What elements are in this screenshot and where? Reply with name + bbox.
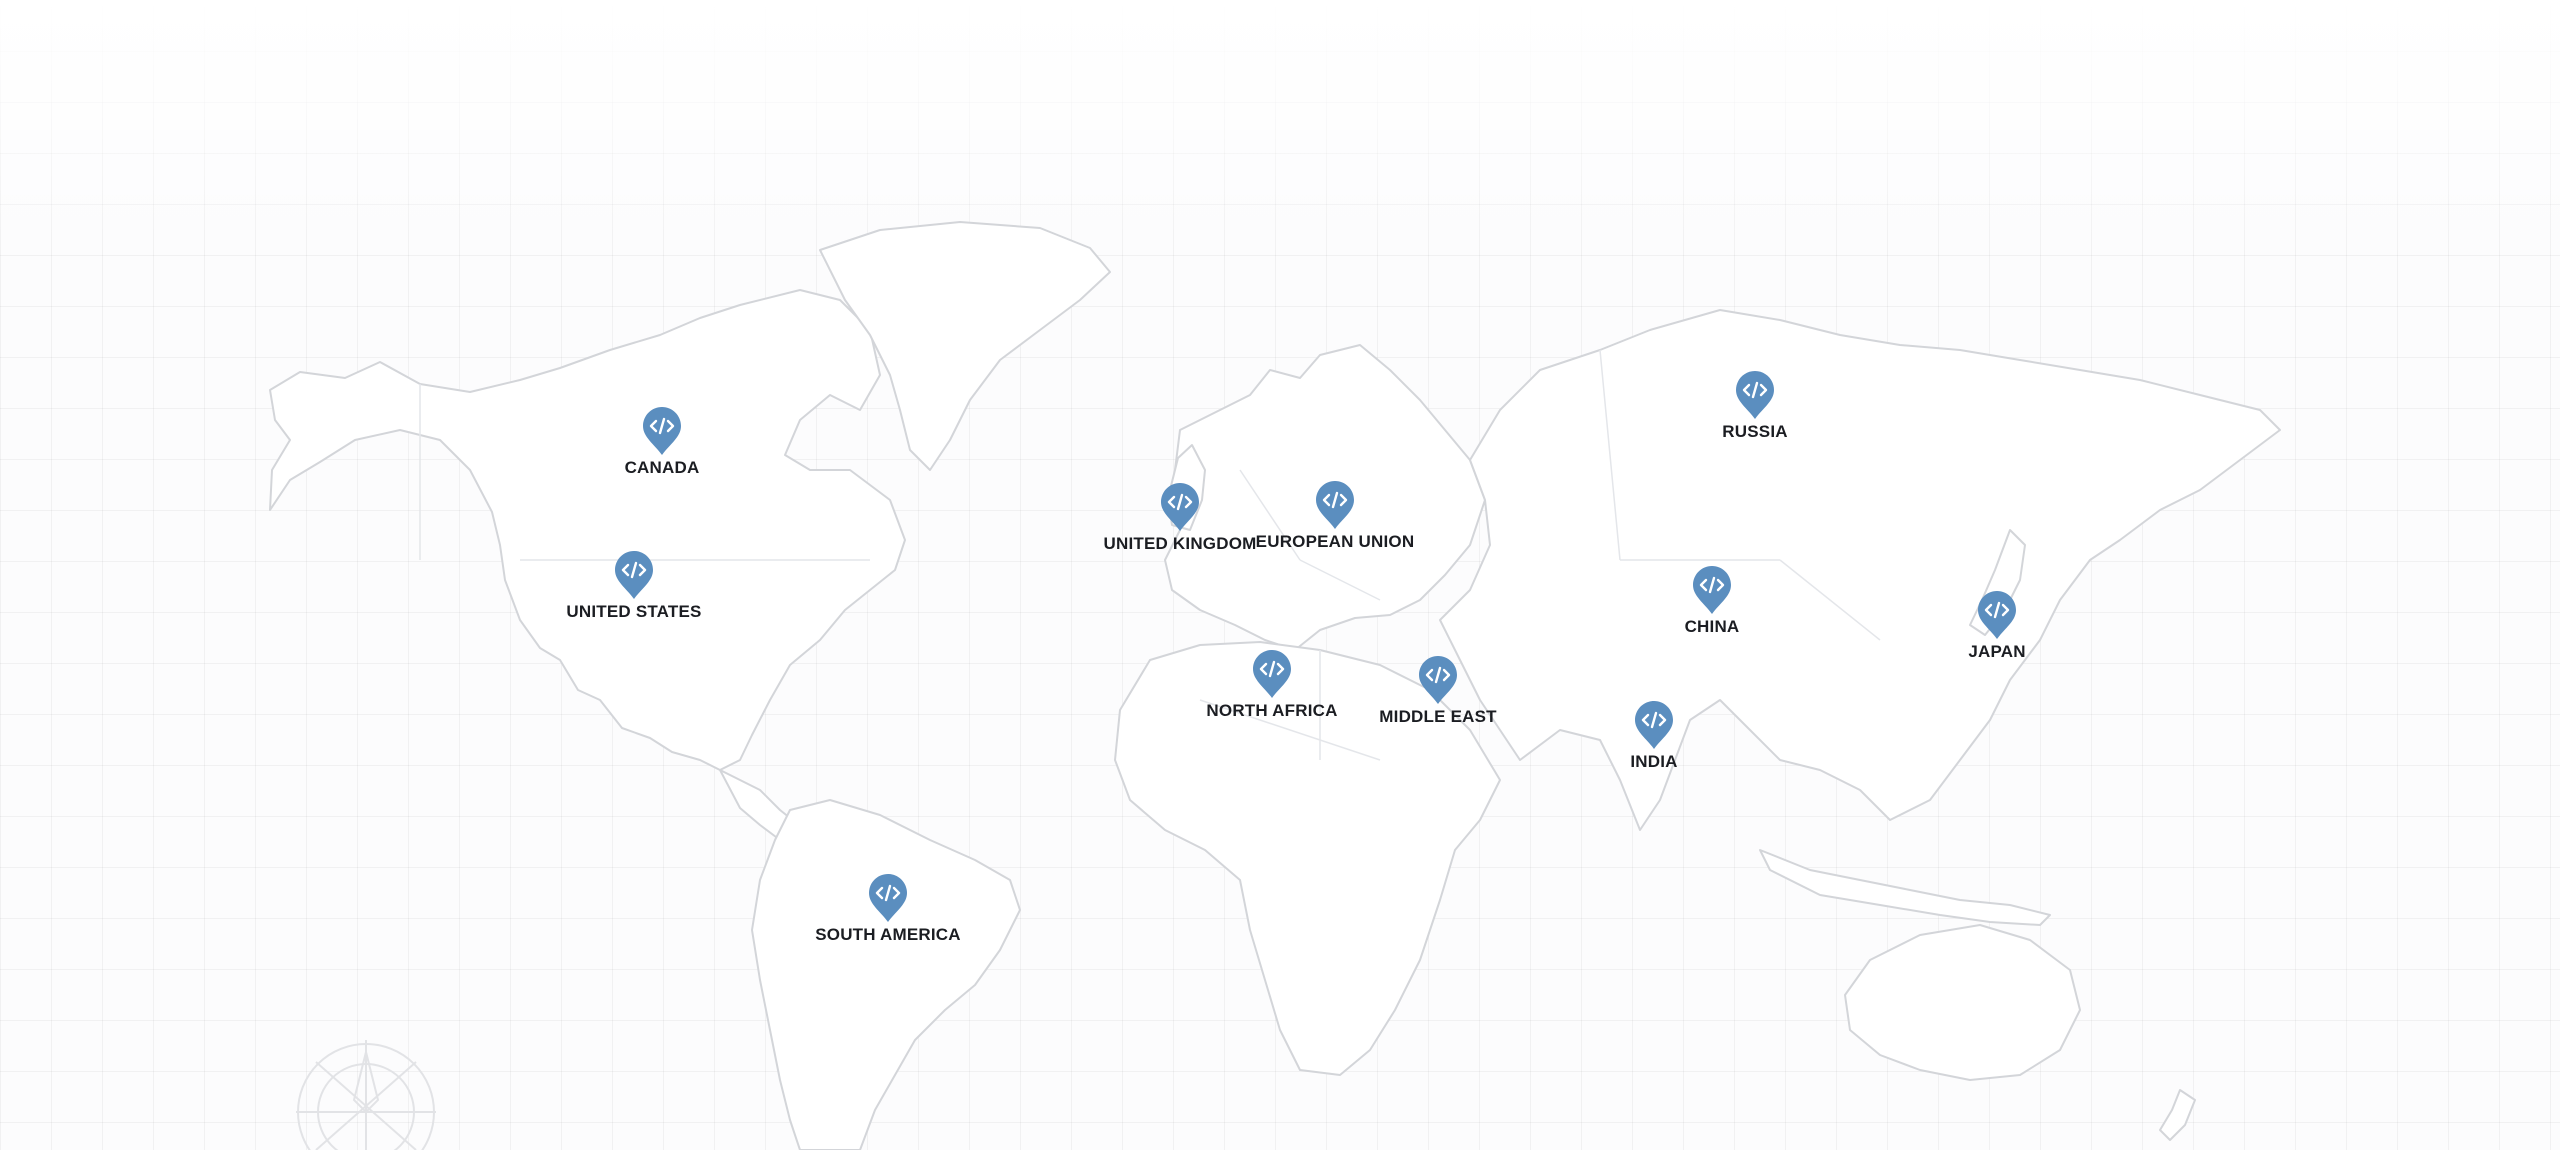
marker-india[interactable]: INDIA — [1564, 700, 1744, 772]
marker-label: CHINA — [1684, 617, 1740, 636]
marker-label: EUROPEAN UNION — [1255, 532, 1415, 551]
marker-middle-east[interactable]: MIDDLE EAST — [1348, 655, 1528, 727]
marker-north-africa[interactable]: NORTH AFRICA — [1182, 649, 1362, 721]
code-icon — [1316, 481, 1354, 529]
compass-rose — [296, 1040, 436, 1150]
code-icon — [1693, 566, 1731, 614]
marker-russia[interactable]: RUSSIA — [1665, 370, 1845, 442]
new-zealand-landmass — [2159, 1089, 2196, 1141]
marker-label: JAPAN — [1968, 642, 2026, 661]
marker-canada[interactable]: CANADA — [572, 406, 752, 478]
marker-label: INDIA — [1630, 752, 1678, 771]
north-america-landmass — [269, 289, 906, 771]
indonesia-landmass — [1759, 849, 2051, 926]
marker-united-kingdom[interactable]: UNITED KINGDOM — [1090, 482, 1270, 554]
code-icon — [1736, 371, 1774, 419]
marker-label: MIDDLE EAST — [1379, 707, 1497, 726]
code-icon — [1253, 650, 1291, 698]
south-america-landmass — [751, 799, 1021, 1150]
code-icon — [1161, 483, 1199, 531]
marker-japan[interactable]: JAPAN — [1907, 590, 2087, 662]
marker-label: SOUTH AMERICA — [815, 925, 961, 944]
marker-label: RUSSIA — [1722, 422, 1788, 441]
marker-label: NORTH AFRICA — [1206, 701, 1338, 720]
marker-label: UNITED KINGDOM — [1103, 534, 1257, 553]
marker-european-union[interactable]: EUROPEAN UNION — [1245, 480, 1425, 552]
australia-landmass — [1844, 924, 2081, 1081]
marker-label: UNITED STATES — [566, 602, 702, 621]
code-icon — [869, 874, 907, 922]
code-icon — [643, 407, 681, 455]
code-icon — [615, 551, 653, 599]
code-icon — [1635, 701, 1673, 749]
marker-china[interactable]: CHINA — [1622, 565, 1802, 637]
marker-united-states[interactable]: UNITED STATES — [544, 550, 724, 622]
marker-south-america[interactable]: SOUTH AMERICA — [798, 873, 978, 945]
world-map — [269, 221, 2281, 1150]
code-icon — [1419, 656, 1457, 704]
code-icon — [1978, 591, 2016, 639]
marker-label: CANADA — [624, 458, 700, 477]
